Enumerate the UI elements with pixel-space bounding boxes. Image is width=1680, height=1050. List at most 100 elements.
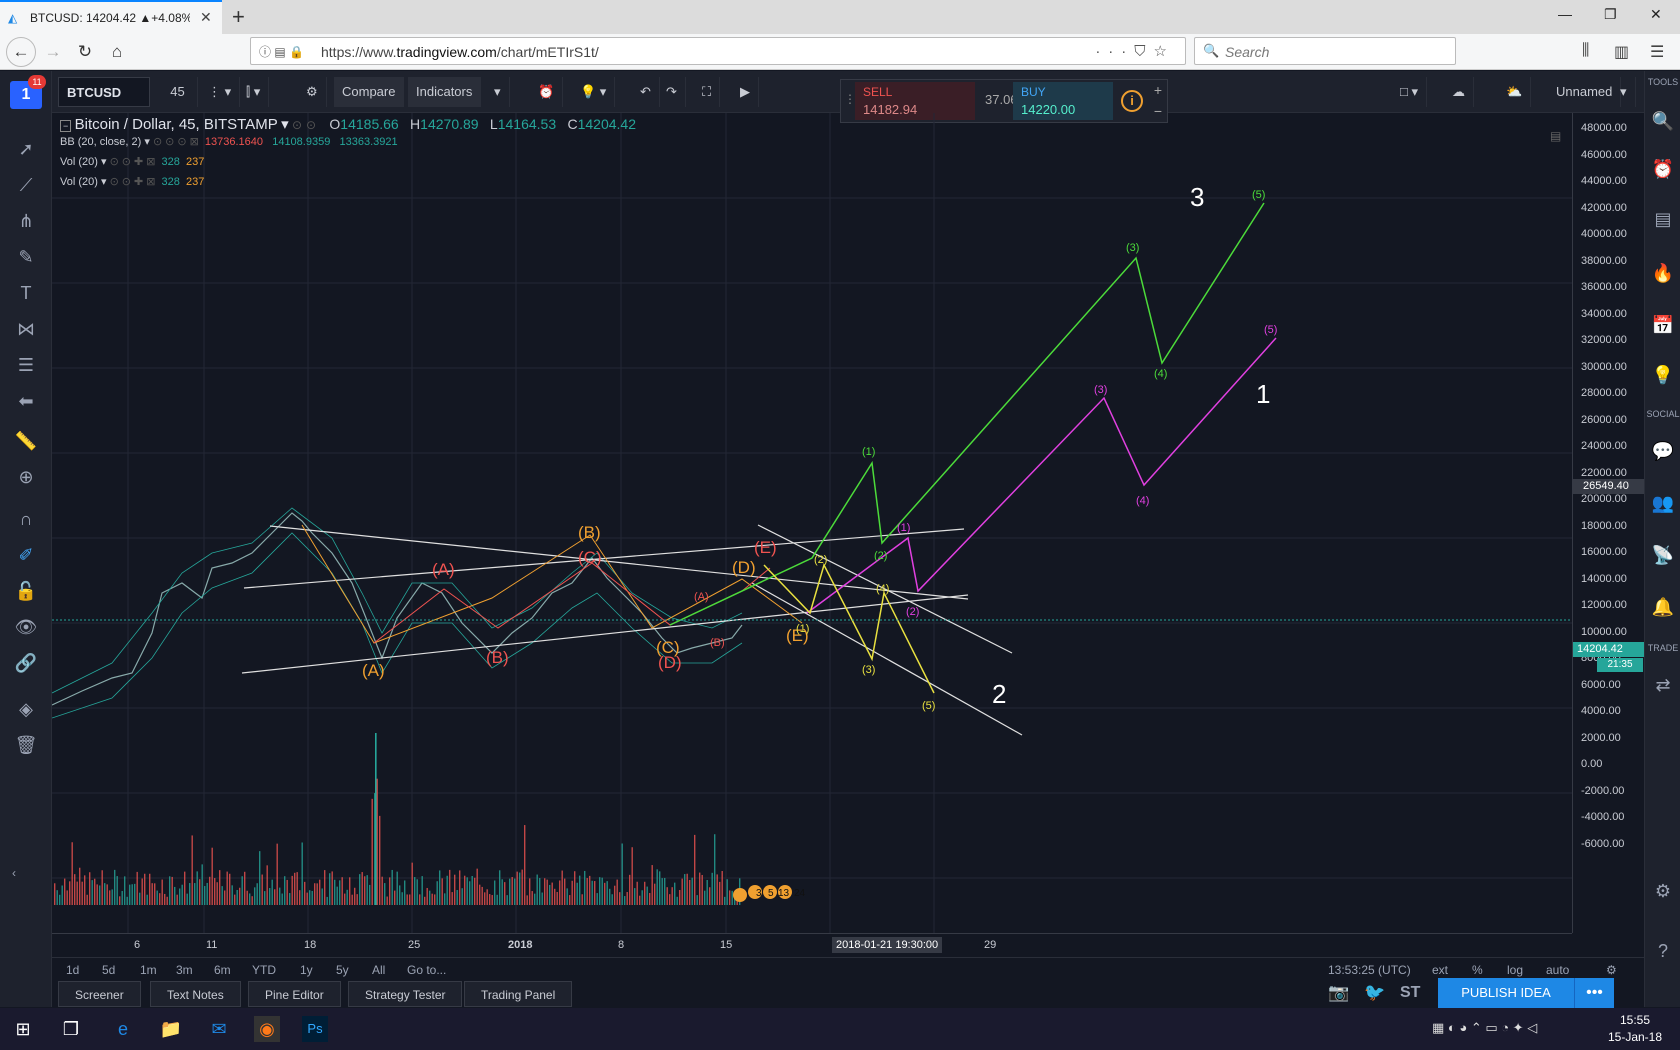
tab-strategy-tester[interactable]: Strategy Tester [348, 981, 463, 1007]
forward-icon[interactable]: → [40, 40, 66, 64]
compare-button[interactable]: Compare [334, 77, 405, 107]
twitter-icon[interactable]: 🐦 [1364, 983, 1385, 1003]
alerts-icon[interactable]: ⏰ [1651, 157, 1675, 181]
time-scale[interactable]: 6 11 18 25 2018 8 15 2018-01-21 19:30:00… [52, 933, 1572, 957]
trash-icon[interactable]: 🗑 [14, 733, 38, 757]
minimize-icon[interactable]: — [1558, 6, 1572, 22]
library-icon[interactable]: ⫼ [1582, 42, 1589, 60]
back-icon[interactable]: ← [6, 37, 36, 67]
search-input[interactable]: 🔍 Search [1194, 37, 1456, 65]
zoom-icon[interactable]: ⊕ [14, 465, 38, 489]
reload-icon[interactable]: ↻ [72, 40, 98, 64]
explorer-icon[interactable]: 📁 [158, 1016, 184, 1042]
firefox-icon[interactable]: ◉ [254, 1016, 280, 1042]
idea-icon[interactable]: 💡 ▾ [572, 77, 616, 107]
replay-icon[interactable]: ▶ [732, 77, 759, 107]
ext-toggle[interactable]: ext [1432, 963, 1448, 977]
legend-vol-1[interactable]: Vol (20) ▾ ⊙⊙✚⊠ 328 237 [60, 155, 636, 175]
range-1d[interactable]: 1d [66, 963, 79, 977]
trendline-icon[interactable]: ⟋ [14, 173, 38, 197]
price-scale[interactable]: 48000.00 46000.00 44000.00 42000.00 40000.00… [1572, 113, 1645, 933]
publish-more-icon[interactable]: ••• [1574, 978, 1614, 1008]
camera-icon[interactable]: 📷 [1328, 983, 1349, 1003]
settings-icon[interactable]: ⚙ [298, 77, 327, 107]
indicators-dropdown-icon[interactable]: ▾ [486, 77, 510, 107]
stocktwits-icon[interactable]: ST [1400, 984, 1420, 1002]
range-all[interactable]: All [372, 963, 385, 977]
cloud-load-icon[interactable]: ☁ [1444, 77, 1474, 107]
alert-icon[interactable]: ⏰ [530, 77, 564, 107]
hotlist-icon[interactable]: 🔥 [1651, 261, 1675, 285]
system-clock[interactable]: 15:55 15-Jan-18 [1600, 1012, 1670, 1046]
chart-style-icon[interactable]: ⫿ ▾ [238, 77, 270, 107]
calendar-icon[interactable]: 📅 [1651, 313, 1675, 337]
sidebar-icon[interactable]: ▥ [1614, 42, 1629, 62]
range-ytd[interactable]: YTD [252, 963, 276, 977]
page-actions-icon[interactable]: ···⛉☆ [1095, 42, 1175, 60]
brush-icon[interactable]: ✎ [14, 245, 38, 269]
range-1m[interactable]: 1m [140, 963, 157, 977]
tab-close-icon[interactable]: ✕ [200, 9, 212, 26]
auto-toggle[interactable]: auto [1546, 963, 1569, 977]
url-bar[interactable]: ⓘ ▤ 🔒 https://www.tradingview.com/chart/… [250, 37, 1186, 65]
symbol-title[interactable]: Bitcoin / Dollar, 45, BITSTAMP [75, 116, 278, 133]
notifications-icon[interactable]: 🔔 [1651, 595, 1675, 619]
cloud-save-icon[interactable]: ⛅ [1498, 77, 1532, 107]
indicators-button[interactable]: Indicators [408, 77, 482, 107]
legend-bb[interactable]: BB (20, close, 2) ▾ ⊙⊙⊙⊠ 13736.1640 1410… [60, 135, 636, 155]
window-close-icon[interactable]: ✕ [1650, 6, 1662, 23]
scale-settings-icon[interactable]: ⚙ [1606, 963, 1617, 977]
start-icon[interactable]: ⊞ [10, 1016, 36, 1042]
publish-idea-button[interactable]: PUBLISH IDEA [1438, 978, 1574, 1008]
range-5d[interactable]: 5d [102, 963, 115, 977]
fullscreen-icon[interactable]: ⛶ [694, 77, 721, 107]
restore-icon[interactable]: ❐ [1604, 6, 1617, 23]
watchlist-icon[interactable]: 🔍 [1651, 109, 1675, 133]
edge-icon[interactable]: e [110, 1016, 136, 1042]
range-6m[interactable]: 6m [214, 963, 231, 977]
streams-icon[interactable]: 📡 [1651, 543, 1675, 567]
lock-icon[interactable]: 🔓 [14, 579, 38, 603]
menu-icon[interactable]: ☰ [1650, 42, 1664, 62]
redo-icon[interactable]: ↷ [658, 77, 686, 107]
layers-icon[interactable]: ◈ [14, 697, 38, 721]
text-tool-icon[interactable]: T [14, 281, 38, 305]
layout-name[interactable]: Unnamed [1548, 77, 1622, 107]
browser-tab[interactable]: ◭ BTCUSD: 14204.42 ▲+4.08% — ✕ [0, 0, 222, 34]
fib-icon[interactable]: ☰ [14, 353, 38, 377]
range-1y[interactable]: 1y [300, 963, 313, 977]
symbol-input[interactable]: BTCUSD [58, 77, 150, 107]
site-info-icon[interactable]: ⓘ ▤ 🔒 [259, 43, 304, 60]
cursor-icon[interactable]: ➚ [14, 137, 38, 161]
ruler-icon[interactable]: 📏 [14, 429, 38, 453]
new-tab-icon[interactable]: + [232, 4, 245, 30]
tab-text-notes[interactable]: Text Notes [150, 981, 241, 1007]
layout-dropdown-icon[interactable]: ▾ [1612, 77, 1636, 107]
trade-icon[interactable]: ⇄ [1651, 673, 1675, 697]
chat-icon[interactable]: 💬 [1651, 439, 1675, 463]
home-icon[interactable]: ⌂ [104, 40, 130, 64]
pattern-icon[interactable]: ⋈ [14, 317, 38, 341]
link-icon[interactable]: 🔗 [14, 651, 38, 675]
datawindow-icon[interactable]: ▤ [1651, 207, 1675, 231]
range-3m[interactable]: 3m [176, 963, 193, 977]
interval-dropdown-icon[interactable]: ⋮ ▾ [200, 77, 241, 107]
collapse-legend-icon[interactable]: − [60, 120, 72, 132]
range-5y[interactable]: 5y [336, 963, 349, 977]
ideas-icon[interactable]: 💡 [1651, 363, 1675, 387]
legend-vol-2[interactable]: Vol (20) ▾ ⊙⊙✚⊠ 328 237 [60, 175, 636, 195]
photoshop-icon[interactable]: Ps [302, 1016, 328, 1042]
people-icon[interactable]: 👥 [1651, 491, 1675, 515]
event-bubbles[interactable]: 3 5 13 24 [733, 885, 806, 902]
collapse-icon[interactable]: ‹ [2, 861, 26, 885]
info-icon[interactable]: i [1121, 90, 1143, 112]
percent-toggle[interactable]: % [1472, 963, 1483, 977]
object-tree-icon[interactable]: ▤ [1550, 129, 1561, 143]
utc-time[interactable]: 13:53:25 (UTC) [1328, 963, 1411, 977]
price-chart[interactable]: 3 1 2 (A) (B) (C) (D) (E) (A) (B) (C) (D… [52, 113, 1572, 933]
tab-pine-editor[interactable]: Pine Editor [248, 981, 341, 1007]
stay-drawing-icon[interactable]: ✐ [14, 543, 38, 567]
pitchfork-icon[interactable]: ⋔ [14, 209, 38, 233]
log-toggle[interactable]: log [1507, 963, 1523, 977]
eye-icon[interactable]: 👁 [14, 615, 38, 639]
